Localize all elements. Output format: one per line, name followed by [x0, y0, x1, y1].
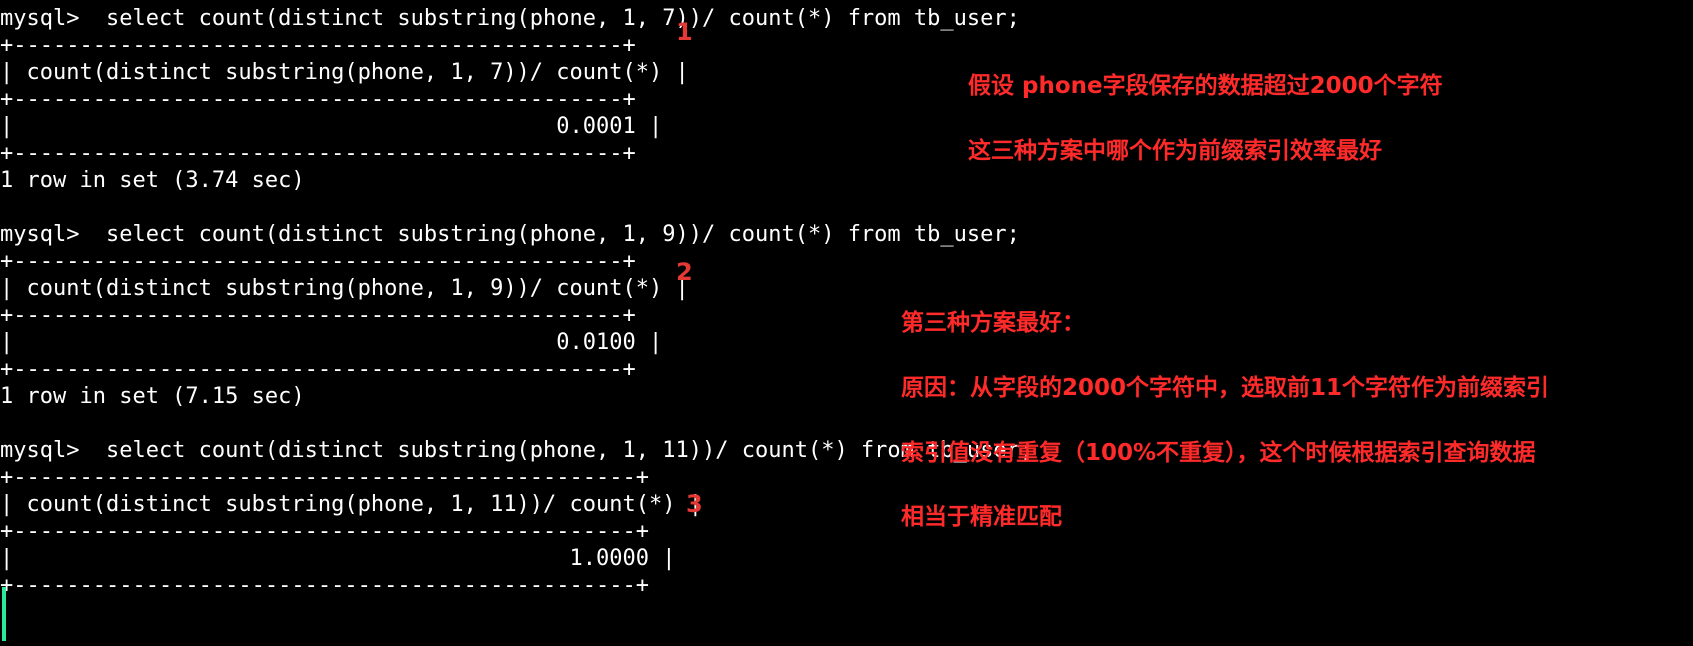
query1-footer: 1 row in set (3.74 sec) — [0, 168, 305, 193]
query2-footer: 1 row in set (7.15 sec) — [0, 384, 305, 409]
query2-border-bottom: +---------------------------------------… — [0, 357, 636, 382]
annotation-answer-reason3: 相当于精准匹配 — [901, 504, 1062, 530]
annotation-answer-reason1: 原因：从字段的2000个字符中，选取前11个字符作为前缀索引 — [901, 375, 1550, 401]
query3-border-mid: +---------------------------------------… — [0, 519, 650, 544]
marker-1: 1 — [676, 18, 693, 46]
annotation-answer-reason2: 索引值没有重复（100%不重复），这个时候根据索引查询数据 — [901, 440, 1536, 466]
marker-3: 3 — [686, 490, 703, 518]
query2-value-row: | 0.0100 | — [0, 330, 663, 355]
annotation-question-line1: 假设 phone字段保存的数据超过2000个字符 — [968, 73, 1443, 99]
query1-border-top: +---------------------------------------… — [0, 33, 636, 58]
query3-header: | count(distinct substring(phone, 1, 11)… — [0, 492, 702, 517]
terminal-cursor — [2, 587, 6, 641]
query1-value-row: | 0.0001 | — [0, 114, 663, 139]
query1-border-bottom: +---------------------------------------… — [0, 141, 636, 166]
marker-2: 2 — [676, 258, 693, 286]
query3-border-top: +---------------------------------------… — [0, 465, 650, 490]
annotation-question-line2: 这三种方案中哪个作为前缀索引效率最好 — [968, 138, 1382, 164]
query2-command: mysql> select count(distinct substring(p… — [0, 222, 1020, 247]
query2-header: | count(distinct substring(phone, 1, 9))… — [0, 276, 689, 301]
annotation-answer-title: 第三种方案最好： — [901, 310, 1085, 336]
query1-border-mid: +---------------------------------------… — [0, 87, 636, 112]
query2-border-mid: +---------------------------------------… — [0, 303, 636, 328]
query1-header: | count(distinct substring(phone, 1, 7))… — [0, 60, 689, 85]
terminal-window[interactable]: mysql> select count(distinct substring(p… — [0, 0, 1693, 646]
query1-command: mysql> select count(distinct substring(p… — [0, 6, 1020, 31]
query2-border-top: +---------------------------------------… — [0, 249, 636, 274]
query3-command: mysql> select count(distinct substring(p… — [0, 438, 1034, 463]
query3-value-row: | 1.0000 | — [0, 546, 676, 571]
query3-border-bottom: +---------------------------------------… — [0, 573, 650, 598]
